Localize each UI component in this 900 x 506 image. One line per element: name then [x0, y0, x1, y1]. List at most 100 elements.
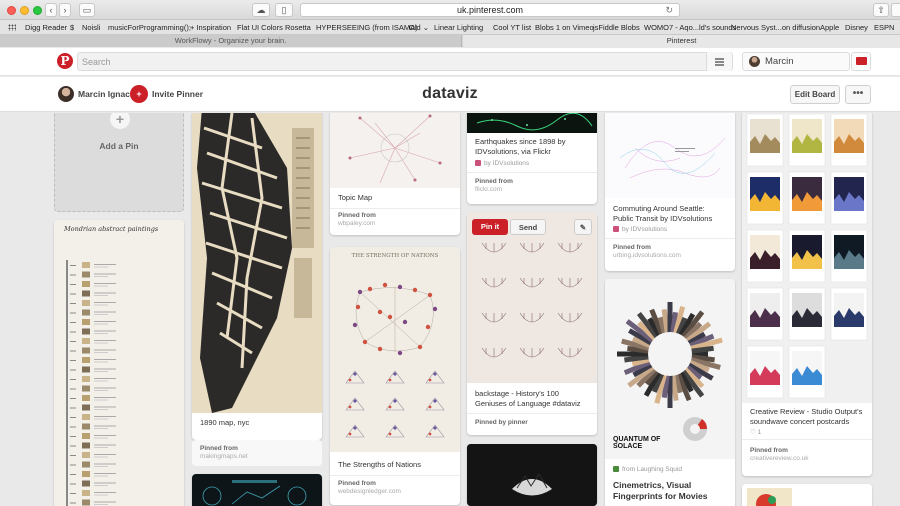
bookmark-item[interactable]: Disney [845, 23, 868, 32]
close-window-button[interactable] [7, 6, 16, 15]
pin-grid: + Add a Pin Mondrian abstract paintings … [0, 113, 900, 506]
bookmark-item[interactable]: HYPERSEEING (from ISAMA) [316, 23, 418, 32]
bookmark-item[interactable]: Rosetta [285, 23, 311, 32]
pinned-from-label: Pinned from [750, 447, 788, 454]
pin-description: Topic Map [338, 193, 373, 202]
tab-pinterest[interactable]: Pinterest [463, 35, 900, 47]
earthquake-map-image [467, 113, 597, 133]
board-header: Marcin Ignac + Invite Pinner dataviz Edi… [0, 77, 900, 112]
add-pin-card[interactable]: + Add a Pin [54, 113, 184, 212]
bookmark-item[interactable]: Cool YT list [493, 23, 531, 32]
bookmark-item[interactable]: Apple [820, 23, 839, 32]
pin-1890-map-footer[interactable]: Pinned from makingmaps.net [192, 440, 322, 466]
pin-1890-map[interactable]: 1890 map, nyc [192, 113, 322, 440]
bookmark-item[interactable]: Flat UI Colors [237, 23, 283, 32]
mondrian-image-title: Mondrian abstract paintings [64, 225, 159, 233]
topic-map-image [330, 113, 460, 188]
pin-description: Commuting Around Seattle: Public Transit… [613, 204, 713, 223]
more-options-button[interactable]: ••• [845, 85, 871, 104]
pin-source-link[interactable]: flickr.com [475, 186, 502, 193]
bookmark-item[interactable]: Nervous Syst...on diffusion [731, 23, 820, 32]
pinterest-logo[interactable]: P [57, 53, 73, 69]
pinned-from-label: Pinned from [475, 178, 513, 185]
search-bar [77, 52, 733, 71]
bookmarks-bar: Digg Reader $ Noisli musicForProgramming… [0, 20, 900, 35]
minimize-window-button[interactable] [20, 6, 29, 15]
pin-description: 1890 map, nyc [200, 418, 250, 427]
pin-source-link[interactable]: webdesignledger.com [338, 488, 401, 495]
edit-board-button[interactable]: Edit Board [790, 85, 840, 104]
pin-cinemetrics[interactable]: QUANTUM OF SOLACE from Laughing Squid Ci… [605, 279, 735, 506]
seattle-transit-image [605, 113, 735, 198]
share-icon[interactable]: ⇧ [873, 3, 889, 17]
pinned-by-label: Pinned by pinner [475, 419, 528, 426]
bookmark-item[interactable]: Digg Reader [25, 23, 67, 32]
browser-toolbar: ‹ › ▭ ☁ ▯ uk.pinterest.com ↻ ⇧ [0, 0, 900, 20]
pinterest-header: P Marcin [0, 48, 900, 76]
bookmark-item[interactable]: Blobs 1 on Vimeo [535, 23, 594, 32]
pin-description: Creative Review - Studio Output's soundw… [750, 407, 863, 426]
strengths-chart-image [330, 247, 460, 452]
categories-menu-icon[interactable] [706, 52, 732, 71]
reload-icon[interactable]: ↻ [665, 4, 673, 16]
pin-strengths-of-nations[interactable]: THE STRENGTH OF NATIONS The Strengths of… [330, 247, 460, 505]
pinned-from-label: Pinned from [338, 480, 376, 487]
geniuses-chart-image [467, 213, 597, 383]
bookmark-item[interactable]: Noisli [82, 23, 100, 32]
pin-topic-map[interactable]: Topic Map Pinned from wbpaley.com [330, 113, 460, 235]
pin-dark-sphere[interactable] [467, 444, 597, 506]
bookmark-item[interactable]: + Inspiration [190, 23, 231, 32]
pinned-from-label: Pinned from [338, 212, 376, 219]
postcards-image [742, 113, 872, 403]
send-button[interactable]: Send [510, 219, 546, 235]
like-count: ♡ 1 [750, 429, 762, 436]
plus-icon: + [110, 113, 130, 129]
reader-icon[interactable]: ▯ [275, 3, 293, 17]
pin-source-link[interactable]: urbing.idvsolutions.com [613, 252, 681, 259]
tab-bar: WorkFlowy - Organize your brain. Pintere… [0, 35, 900, 47]
pin-bird[interactable] [742, 484, 872, 506]
sidebar-toggle-icon[interactable]: ▭ [79, 3, 95, 17]
forward-button[interactable]: › [59, 3, 71, 17]
notifications-icon[interactable] [851, 52, 871, 71]
address-bar[interactable]: uk.pinterest.com ↻ [300, 3, 680, 17]
url-text: uk.pinterest.com [456, 5, 524, 15]
pin-description: Cinemetrics, Visual Fingerprints for Mov… [613, 480, 708, 501]
tab-workflowy[interactable]: WorkFlowy - Organize your brain. [0, 35, 462, 47]
pin-seattle[interactable]: Commuting Around Seattle: Public Transit… [605, 113, 735, 271]
send-label: Send [518, 223, 538, 232]
dashboard-image [192, 474, 322, 506]
bookmark-item[interactable]: $ [70, 23, 74, 32]
cinemetrics-image [605, 279, 735, 459]
pin-backstage[interactable]: Pin it Send ✎ backstage - History's 100 … [467, 213, 597, 435]
nyc-map-image [192, 113, 322, 413]
icloud-icon[interactable]: ☁ [252, 3, 270, 17]
bookmark-item[interactable]: musicForProgramming(); [108, 23, 191, 32]
pin-via: from Laughing Squid [613, 466, 682, 473]
pin-source-link[interactable]: wbpaley.com [338, 220, 375, 227]
tabs-overview-icon[interactable] [891, 3, 900, 17]
board-title: dataviz [422, 85, 478, 102]
search-input[interactable] [78, 53, 678, 70]
bookmark-item[interactable]: WOMO7 - Aqo...ld's sounds [644, 23, 736, 32]
pin-mondrian[interactable]: Mondrian abstract paintings [54, 220, 184, 506]
user-name: Marcin [765, 56, 794, 67]
pin-dashboard[interactable] [192, 474, 322, 506]
pin-source-link[interactable]: makingmaps.net [200, 453, 248, 460]
pin-earthquakes[interactable]: Earthquakes since 1898 by IDVsolutions, … [467, 113, 597, 204]
bookmark-item[interactable]: Old ⌄ [409, 23, 429, 32]
pin-postcards[interactable]: Creative Review - Studio Output's soundw… [742, 113, 872, 476]
bookmark-item[interactable]: jsFiddle Blobs [593, 23, 640, 32]
dark-sphere-image [467, 444, 597, 506]
pinned-from-label: Pinned from [613, 244, 651, 251]
bookmark-item[interactable]: ESPN [874, 23, 894, 32]
avatar [749, 56, 760, 67]
pin-it-button[interactable]: Pin it [472, 219, 508, 235]
bookmark-item[interactable]: Linear Lighting [434, 23, 483, 32]
top-sites-icon[interactable] [8, 24, 16, 31]
back-button[interactable]: ‹ [45, 3, 57, 17]
profile-button[interactable]: Marcin [742, 52, 850, 71]
pin-source-link[interactable]: creativereview.co.uk [750, 455, 809, 462]
zoom-window-button[interactable] [33, 6, 42, 15]
edit-pin-icon[interactable]: ✎ [574, 219, 592, 235]
